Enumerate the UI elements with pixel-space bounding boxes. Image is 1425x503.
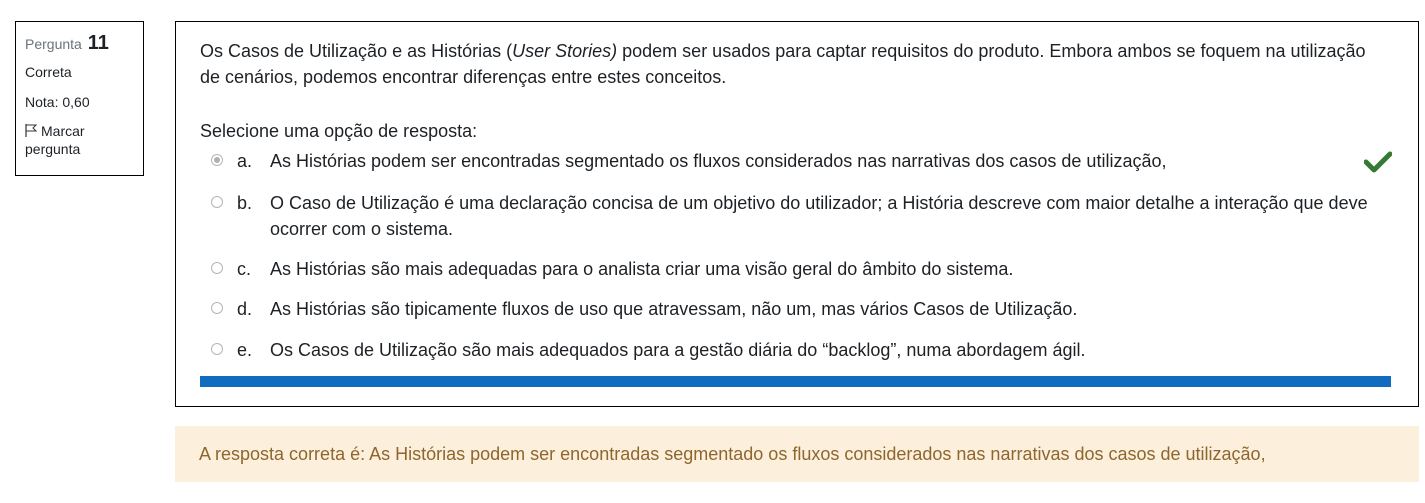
answer-radio-d[interactable] [211, 302, 223, 314]
answer-text: Os Casos de Utilização são mais adequado… [270, 340, 1086, 360]
answer-letter: e. [237, 340, 253, 360]
check-icon [1364, 151, 1392, 173]
answer-text: As Histórias podem ser encontradas segme… [270, 151, 1167, 171]
answer-letter: b. [237, 193, 253, 213]
question-info: Pergunta 11 Correta Nota: 0,60 Marcar pe… [15, 21, 144, 176]
answer-prompt: Selecione uma opção de resposta: [200, 121, 478, 141]
question-text-emphasis: User Stories) [512, 41, 618, 61]
answer-radio-c[interactable] [211, 262, 223, 274]
question-label: Pergunta [25, 36, 82, 52]
answer-radio-e[interactable] [211, 343, 223, 355]
question-number-value: 11 [87, 32, 109, 54]
question-grade: Nota: 0,60 [25, 94, 90, 110]
question-text: Os Casos de Utilização e as Histórias (U… [200, 38, 1390, 90]
answer-letter: d. [237, 299, 253, 319]
accent-bar [200, 376, 1391, 387]
question-state: Correta [25, 64, 72, 80]
answer-text: As Histórias são tipicamente fluxos de u… [270, 299, 1078, 319]
right-answer-text: A resposta correta é: As Histórias podem… [199, 444, 1266, 464]
flag-question-button[interactable]: Marcar pergunta [25, 122, 134, 158]
answer-letter: c. [237, 259, 252, 279]
answer-text: O Caso de Utilização é uma declaração co… [270, 193, 1368, 239]
right-answer-feedback: A resposta correta é: As Histórias podem… [175, 426, 1419, 482]
question-number: Pergunta 11 [25, 32, 134, 55]
answer-radio-b[interactable] [211, 196, 223, 208]
answer-letter: a. [237, 151, 253, 171]
question-text-start: Os Casos de Utilização e as Histórias ( [200, 41, 513, 61]
flag-icon [25, 124, 38, 137]
answer-text: As Histórias são mais adequadas para o a… [270, 259, 1014, 279]
question-content: Os Casos de Utilização e as Histórias (U… [175, 21, 1419, 407]
answer-option-b[interactable]: b. O Caso de Utilização é uma declaração… [200, 190, 1390, 242]
answer-radio-a[interactable] [211, 154, 223, 166]
